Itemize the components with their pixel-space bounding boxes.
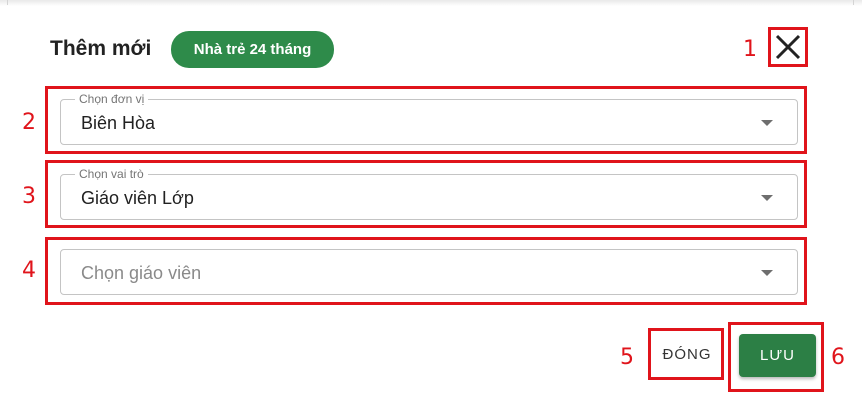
chevron-down-icon	[761, 195, 773, 201]
close-button[interactable]: ĐÓNG	[651, 331, 723, 377]
annotation-4: 4	[22, 258, 36, 283]
annotation-6: 6	[831, 345, 845, 370]
annotation-3: 3	[22, 184, 36, 209]
class-badge: Nhà trẻ 24 tháng	[171, 31, 334, 68]
annotation-1: 1	[743, 37, 757, 62]
teacher-select[interactable]: Chọn giáo viên	[60, 249, 798, 295]
divider	[7, 0, 8, 5]
role-select-value: Giáo viên Lớp	[81, 188, 194, 208]
save-button[interactable]: LƯU	[739, 334, 816, 377]
dialog-title: Thêm mới	[50, 37, 152, 60]
annotation-2: 2	[22, 110, 36, 135]
role-select-label: Chọn vai trò	[75, 167, 148, 181]
unit-select-value: Biên Hòa	[81, 113, 156, 133]
unit-select-label: Chọn đơn vị	[75, 92, 149, 106]
annotation-5: 5	[620, 345, 634, 370]
chevron-down-icon	[761, 270, 773, 276]
role-select[interactable]: Chọn vai trò Giáo viên Lớp	[60, 167, 798, 220]
divider	[853, 0, 854, 5]
unit-select[interactable]: Chọn đơn vị Biên Hòa	[60, 92, 798, 145]
chevron-down-icon	[761, 120, 773, 126]
close-dialog-button[interactable]	[768, 27, 808, 67]
close-icon	[775, 34, 801, 60]
teacher-select-placeholder: Chọn giáo viên	[81, 263, 202, 283]
top-edge-shadow	[0, 0, 862, 6]
